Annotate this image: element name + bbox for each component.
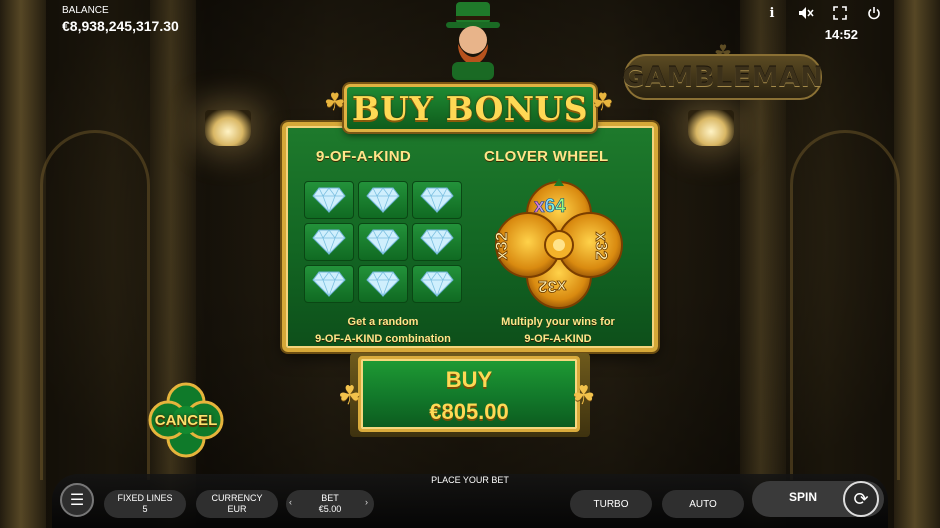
menu-button[interactable]: ☰ [60, 483, 94, 517]
fixed-lines-display: FIXED LINES 5 [104, 490, 186, 518]
auto-button[interactable]: AUTO [662, 490, 744, 518]
wall-lamp [688, 110, 734, 146]
bet-value: €5.00 [318, 504, 342, 514]
multiplier-right: x32 [592, 231, 612, 261]
bet-selector: BET €5.00 [286, 490, 374, 518]
top-icons: i [764, 5, 882, 21]
leprechaun-character [446, 2, 500, 80]
currency-label: CURRENCY [211, 493, 263, 503]
cancel-button-label[interactable]: CANCEL [146, 412, 226, 429]
diamond-cell [412, 181, 462, 219]
info-icon[interactable]: i [764, 5, 780, 21]
diamond-cell [412, 265, 462, 303]
diamond-cell [358, 265, 408, 303]
power-icon[interactable] [866, 5, 882, 21]
bet-decrease-button[interactable]: ‹ [289, 497, 292, 507]
diamond-icon [420, 229, 454, 256]
buy-button-price: €805.00 [429, 399, 509, 424]
currency-selector[interactable]: CURRENCY EUR [196, 490, 278, 518]
fixed-lines-label: FIXED LINES [117, 493, 173, 503]
multiplier-left: x32 [492, 231, 512, 261]
diamond-icon [312, 187, 346, 214]
spin-label[interactable]: SPIN [768, 490, 838, 504]
clover-icon: ☘ [338, 380, 362, 410]
clover-icon: ☘ [592, 89, 614, 116]
game-logo: GAMBLEMAN [623, 54, 823, 100]
buy-button-label: BUY [445, 367, 493, 392]
diamond-cell [358, 181, 408, 219]
spin-button[interactable]: ⟳ [843, 481, 879, 517]
nine-of-a-kind-title: 9-OF-A-KIND [316, 148, 411, 165]
diamond-icon [420, 187, 454, 214]
diamond-cell [358, 223, 408, 261]
clover-wheel-title: CLOVER WHEEL [484, 148, 609, 165]
spin-icon: ⟳ [853, 488, 869, 509]
wall-lamp [205, 110, 251, 146]
diamond-cell [412, 223, 462, 261]
clover-icon: ☘ [324, 89, 346, 116]
background-pillar [894, 0, 940, 528]
diamond-icon [366, 229, 400, 256]
clover-wheel-desc-line1: Multiply your wins for [501, 316, 615, 328]
currency-value: EUR [227, 504, 247, 514]
background-arch [790, 130, 900, 480]
fixed-lines-value: 5 [142, 504, 148, 514]
multiplier-bottom: x32 [538, 277, 567, 297]
menu-icon: ☰ [69, 492, 85, 509]
nine-of-a-kind-desc-line2: 9-OF-A-KIND combination [315, 333, 451, 345]
diamond-icon [366, 271, 400, 298]
clock: 14:52 [824, 27, 858, 42]
turbo-button[interactable]: TURBO [570, 490, 652, 518]
multiplier-top: x64 [534, 196, 566, 218]
diamond-icon [366, 187, 400, 214]
diamond-icon [312, 229, 346, 256]
bet-increase-button[interactable]: › [365, 497, 368, 507]
diamond-icon [420, 271, 454, 298]
nine-of-a-kind-desc-line1: Get a random [347, 316, 419, 328]
clover-wheel-desc-line2: 9-OF-A-KIND [524, 333, 592, 345]
bet-label: BET [321, 493, 339, 503]
buy-bonus-title: BUY BONUS [344, 84, 596, 132]
clover-icon: ☘ [572, 380, 596, 410]
diamond-cell [304, 265, 354, 303]
mute-icon[interactable] [798, 5, 814, 21]
fullscreen-icon[interactable] [832, 5, 848, 21]
balance-label: BALANCE [62, 5, 109, 16]
diamond-cell [304, 223, 354, 261]
diamond-cell [304, 181, 354, 219]
diamond-grid[interactable] [304, 181, 462, 303]
buy-button[interactable]: BUY €805.00 [358, 356, 580, 432]
background-arch [40, 130, 150, 480]
balance-value: €8,938,245,317.30 [62, 18, 179, 34]
diamond-icon [312, 271, 346, 298]
